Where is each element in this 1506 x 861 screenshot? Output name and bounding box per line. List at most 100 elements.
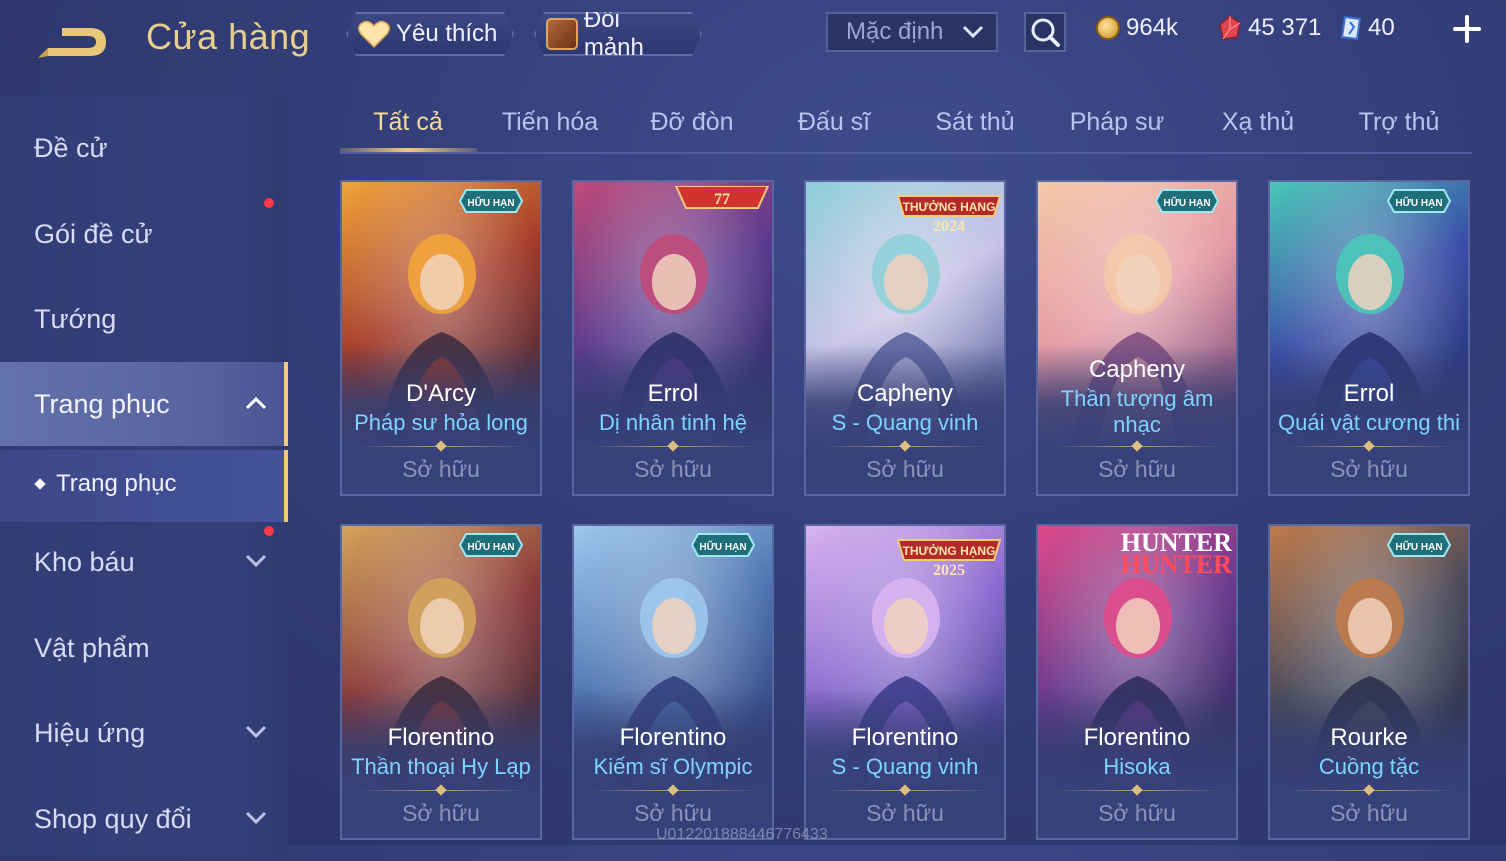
skin-name: Quái vật cương thi (1277, 410, 1460, 435)
skin-card[interactable]: HỮU HẠN Capheny Thần tượng âm nhạc Sở hữu (1036, 180, 1238, 496)
skin-name: Cuồng tặc (1318, 754, 1420, 779)
limited-badge: HỮU HẠN (1154, 189, 1220, 213)
sidebar-item-label: Đề cử (34, 132, 108, 163)
back-button[interactable] (34, 18, 114, 62)
hero-name: Capheny (1088, 356, 1186, 383)
heart-icon (358, 20, 390, 48)
chevron-down-icon (245, 554, 267, 568)
ownership-status: Sở hữu (402, 800, 480, 826)
fragment-exchange-button[interactable]: Đổi mảnh (534, 12, 702, 56)
sort-value: Mặc định (846, 18, 944, 45)
sidebar-subitem-label: Trang phục (56, 470, 177, 497)
ownership-status: Sở hữu (1330, 456, 1408, 482)
skin-card[interactable]: HỮU HẠN Rourke Cuồng tặc Sở hữu (1268, 524, 1470, 840)
favorite-label: Yêu thích (396, 20, 498, 47)
search-button[interactable] (1024, 12, 1066, 52)
ownership-status: Sở hữu (866, 456, 944, 482)
tab-tank[interactable]: Đỡ đòn (624, 108, 760, 137)
plus-icon (1453, 15, 1481, 43)
gold-balance: 964k (1096, 14, 1178, 42)
chevron-down-icon (962, 25, 984, 39)
chest-icon (546, 18, 578, 50)
sidebar-item-skins[interactable]: Trang phục (0, 362, 288, 446)
ruby-amount: 45 371 (1248, 14, 1322, 41)
gold-amount: 964k (1126, 14, 1179, 41)
limited-badge: THƯỞNG HẠNG 2024 (896, 195, 1002, 234)
chevron-down-icon (245, 725, 267, 739)
skin-name: S - Quang vinh (831, 410, 979, 435)
sidebar: Đề cử Gói đề cử Tướng Trang phục Trang p… (0, 96, 288, 856)
bullet-icon (34, 478, 46, 490)
chevron-down-icon (245, 811, 267, 825)
category-tabs: Tất cả Tiến hóa Đỡ đòn Đấu sĩ Sát thủ Ph… (340, 96, 1472, 154)
hero-name: Errol (1343, 380, 1395, 407)
svg-text:HỮU HẠN: HỮU HẠN (1395, 540, 1442, 553)
voucher-balance: 40 (1340, 14, 1395, 42)
tab-mage[interactable]: Pháp sư (1049, 108, 1185, 137)
sidebar-item-label: Tướng (34, 303, 117, 334)
svg-text:HỮU HẠN: HỮU HẠN (1395, 196, 1442, 209)
ruby-balance: 45 371 (1218, 14, 1321, 42)
active-tab-indicator (340, 148, 477, 152)
limited-badge: HỮU HẠN (458, 533, 524, 557)
sidebar-subitem-skins[interactable]: Trang phục (0, 450, 288, 522)
sidebar-item-label: Kho báu (34, 546, 135, 577)
skin-card[interactable]: HỮU HẠN D'Arcy Pháp sư hỏa long Sở hữu (340, 180, 542, 496)
search-icon (1031, 18, 1060, 47)
skin-card[interactable]: HUNTER HUNTER Florentino Hisoka Sở hữu (1036, 524, 1238, 840)
sort-dropdown[interactable]: Mặc định (826, 12, 998, 52)
ownership-status: Sở hữu (866, 800, 944, 826)
sidebar-item-heroes[interactable]: Tướng (0, 277, 288, 361)
top-up-button[interactable] (1452, 14, 1482, 44)
hero-name: Florentino (387, 724, 495, 751)
skin-name: S - Quang vinh (831, 754, 979, 779)
sidebar-item-effects[interactable]: Hiệu ứng (0, 691, 288, 775)
sidebar-item-recommended-bundles[interactable]: Gói đề cử (0, 192, 288, 276)
skin-card[interactable]: THƯỞNG HẠNG 2024 Capheny S - Quang vinh Sở … (804, 180, 1006, 496)
favorite-button[interactable]: Yêu thích (346, 12, 514, 56)
skin-name: Thần tượng âm nhạc (1060, 386, 1214, 437)
limited-badge: 77 (674, 186, 770, 209)
ownership-status: Sở hữu (402, 456, 480, 482)
sidebar-item-exchange-shop[interactable]: Shop quy đổi (0, 777, 288, 861)
limited-badge: HỮU HẠN (1386, 189, 1452, 213)
ownership-status: Sở hữu (634, 800, 712, 826)
ownership-status: Sở hữu (1098, 800, 1176, 826)
voucher-icon (1340, 15, 1362, 41)
skin-card[interactable]: 77 Errol Dị nhân tinh hệ Sở hữu (572, 180, 774, 496)
skin-name: Hisoka (1103, 754, 1171, 779)
sidebar-item-label: Vật phẩm (34, 632, 150, 663)
hero-name: Errol (647, 380, 699, 407)
tab-assassin[interactable]: Sát thủ (907, 108, 1043, 137)
sidebar-item-items[interactable]: Vật phẩm (0, 606, 288, 690)
back-arrow-icon (38, 28, 106, 58)
sidebar-item-recommended[interactable]: Đề cử (0, 106, 288, 190)
hero-name: Florentino (1083, 724, 1191, 751)
ownership-status: Sở hữu (634, 456, 712, 482)
svg-text:HỮU HẠN: HỮU HẠN (467, 540, 514, 553)
skin-card[interactable]: HỮU HẠN Errol Quái vật cương thi Sở hữu (1268, 180, 1470, 496)
fragment-label: Đổi mảnh (583, 6, 644, 61)
hero-name: Florentino (851, 724, 959, 751)
limited-badge: HỮU HẠN (1386, 533, 1452, 557)
limited-badge: THƯỞNG HẠNG 2025 (896, 539, 1002, 578)
tab-support[interactable]: Trợ thủ (1331, 108, 1467, 137)
page-title: Cửa hàng (146, 16, 311, 57)
tab-all[interactable]: Tất cả (340, 108, 476, 137)
skin-card[interactable]: THƯỞNG HẠNG 2025 Florentino S - Quang vinh… (804, 524, 1006, 840)
chevron-up-icon (245, 396, 267, 410)
sidebar-item-treasure[interactable]: Kho báu (0, 520, 288, 604)
tab-fighter[interactable]: Đấu sĩ (766, 108, 902, 137)
sidebar-item-label: Hiệu ứng (34, 717, 146, 748)
ownership-status: Sở hữu (1330, 800, 1408, 826)
svg-text:2024: 2024 (933, 218, 965, 234)
svg-text:77: 77 (714, 191, 730, 208)
voucher-amount: 40 (1368, 14, 1395, 41)
tab-marksman[interactable]: Xạ thủ (1190, 108, 1326, 137)
svg-text:2025: 2025 (933, 562, 965, 578)
skin-card[interactable]: HỮU HẠN Florentino Kiếm sĩ Olympic Sở hữu (572, 524, 774, 840)
limited-badge: HUNTER HUNTER (1120, 528, 1232, 579)
skin-card[interactable]: HỮU HẠN Florentino Thần thoại Hy Lạp Sở hữu (340, 524, 542, 840)
tab-evolution[interactable]: Tiến hóa (482, 108, 618, 137)
notification-dot (264, 198, 274, 208)
